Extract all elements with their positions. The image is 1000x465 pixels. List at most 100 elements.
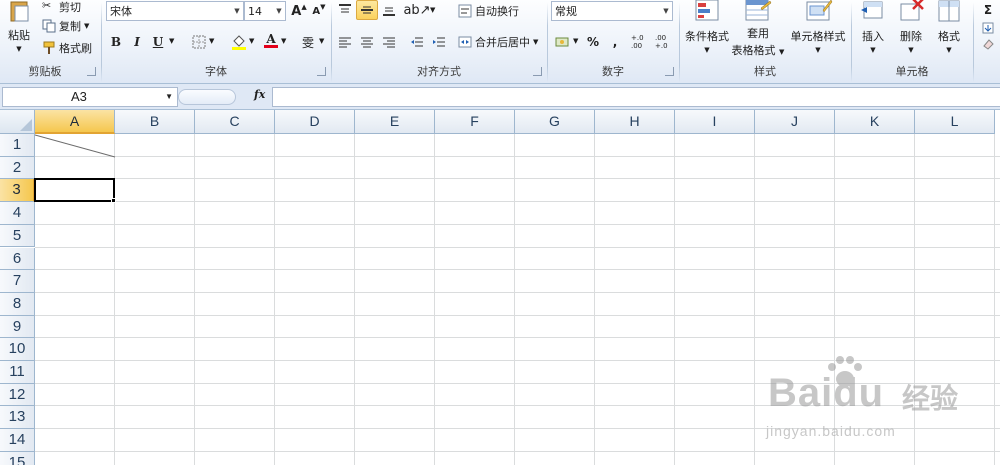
- dialog-launcher-icon[interactable]: [533, 67, 542, 76]
- column-header-k[interactable]: K: [835, 110, 915, 134]
- decrease-indent-button[interactable]: [406, 32, 428, 52]
- cut-button[interactable]: ✂ 剪切: [42, 0, 81, 14]
- row-header-4[interactable]: 4: [0, 202, 35, 225]
- increase-decimal-button[interactable]: +.0 .00: [630, 32, 654, 52]
- insert-button[interactable]: 插入 ▼: [854, 0, 892, 54]
- group-separator: [973, 2, 974, 82]
- column-header-e[interactable]: E: [355, 110, 435, 134]
- align-left-button[interactable]: [334, 32, 356, 52]
- row-header-13[interactable]: 13: [0, 406, 35, 430]
- formula-input[interactable]: [272, 87, 1000, 107]
- chevron-down-icon[interactable]: ▼: [231, 2, 243, 20]
- copy-button[interactable]: 复制 ▼: [42, 18, 89, 34]
- autosum-button[interactable]: Σ: [977, 0, 999, 20]
- row-header-9[interactable]: 9: [0, 315, 35, 339]
- column-gridline: [594, 134, 595, 465]
- chevron-down-icon[interactable]: ▼: [249, 37, 254, 45]
- align-center-button[interactable]: [356, 32, 378, 52]
- column-header-l[interactable]: L: [915, 110, 995, 134]
- chevron-down-icon: ▼: [84, 22, 90, 30]
- grow-font-button[interactable]: A ▲: [288, 1, 310, 21]
- select-all-button[interactable]: [0, 110, 35, 134]
- column-gridline: [514, 134, 515, 465]
- dialog-launcher-icon[interactable]: [665, 67, 674, 76]
- phonetic-button[interactable]: 雯: [297, 32, 319, 52]
- align-bottom-button[interactable]: [378, 0, 400, 20]
- dialog-launcher-icon[interactable]: [317, 67, 326, 76]
- increase-indent-icon: [433, 37, 445, 47]
- chevron-down-icon[interactable]: ▼: [273, 2, 285, 20]
- accounting-format-button[interactable]: [552, 32, 574, 52]
- column-header-d[interactable]: D: [275, 110, 355, 134]
- column-header-a[interactable]: A: [35, 110, 115, 134]
- chevron-down-icon[interactable]: ▼: [573, 37, 578, 45]
- delete-button[interactable]: 删除 ▼: [892, 0, 930, 54]
- percent-button[interactable]: %: [582, 32, 604, 52]
- chevron-down-icon[interactable]: ▼: [169, 37, 174, 45]
- shrink-font-button[interactable]: A ▼: [308, 1, 330, 21]
- clear-button[interactable]: [977, 34, 999, 54]
- active-cell[interactable]: [34, 178, 115, 203]
- font-size-combo[interactable]: 14 ▼: [244, 1, 286, 21]
- italic-button[interactable]: I: [126, 32, 148, 52]
- format-painter-button[interactable]: 格式刷: [42, 40, 92, 56]
- chevron-down-icon[interactable]: ▼: [430, 6, 435, 14]
- row-header-6[interactable]: 6: [0, 247, 35, 271]
- column-header-j[interactable]: J: [755, 110, 835, 134]
- merge-center-button[interactable]: 合并后居中 ▼: [458, 34, 538, 50]
- format-as-table-button[interactable]: 套用 表格格式 ▼: [730, 0, 786, 58]
- row-header-5[interactable]: 5: [0, 224, 35, 248]
- chevron-down-icon[interactable]: ▼: [209, 37, 214, 45]
- wrap-text-button[interactable]: 自动换行: [458, 3, 519, 19]
- row-header-8[interactable]: 8: [0, 292, 35, 316]
- comma-style-button[interactable]: ,: [604, 32, 626, 52]
- increase-indent-button[interactable]: [428, 32, 450, 52]
- number-format-combo[interactable]: 常规 ▼: [551, 1, 673, 21]
- fill-handle[interactable]: [111, 198, 116, 204]
- borders-button[interactable]: [188, 32, 210, 52]
- chevron-down-icon[interactable]: ▼: [660, 2, 672, 20]
- align-top-button[interactable]: [334, 0, 356, 20]
- row-header-1[interactable]: 1: [0, 134, 35, 157]
- row-header-12[interactable]: 12: [0, 383, 35, 407]
- formula-bar-splitter[interactable]: [178, 89, 236, 105]
- column-header-h[interactable]: H: [595, 110, 675, 134]
- chevron-down-icon[interactable]: ▼: [281, 37, 286, 45]
- row-header-7[interactable]: 7: [0, 270, 35, 293]
- font-color-button[interactable]: A: [260, 30, 282, 50]
- font-name-combo[interactable]: 宋体 ▼: [106, 1, 244, 21]
- name-box[interactable]: A3 ▼: [2, 87, 178, 107]
- insert-function-button[interactable]: fx: [254, 88, 265, 101]
- column-header-i[interactable]: I: [675, 110, 755, 134]
- row-header-11[interactable]: 11: [0, 361, 35, 384]
- column-header-f[interactable]: F: [435, 110, 515, 134]
- align-right-button[interactable]: [378, 32, 400, 52]
- row-header-2[interactable]: 2: [0, 156, 35, 180]
- name-box-value: A3: [71, 89, 87, 104]
- orientation-button[interactable]: ab↗: [403, 0, 430, 20]
- paste-button[interactable]: 粘贴 ▼: [4, 0, 34, 53]
- underline-button[interactable]: U: [147, 32, 169, 52]
- conditional-format-button[interactable]: 条件格式 ▼: [680, 0, 734, 54]
- percent-label: %: [586, 35, 600, 49]
- fill-color-button[interactable]: [228, 32, 250, 52]
- align-middle-button[interactable]: [356, 0, 378, 20]
- row-gridline: [35, 450, 1000, 452]
- bold-button[interactable]: B: [105, 32, 127, 52]
- worksheet-grid[interactable]: ABCDEFGHIJKL 1 2 3 4 5 6 7 8 9 10 11 12 13 14 15: [0, 110, 1000, 465]
- row-header-3[interactable]: 3: [0, 179, 35, 203]
- row-header-15[interactable]: 15: [0, 451, 35, 465]
- column-header-g[interactable]: G: [515, 110, 595, 134]
- chevron-down-icon[interactable]: ▼: [319, 37, 324, 45]
- row-header-14[interactable]: 14: [0, 429, 35, 452]
- conditional-format-icon: [692, 0, 722, 24]
- column-header-c[interactable]: C: [195, 110, 275, 134]
- chevron-down-icon[interactable]: ▼: [165, 88, 173, 106]
- row-header-10[interactable]: 10: [0, 338, 35, 361]
- column-header-b[interactable]: B: [115, 110, 195, 134]
- cell-styles-button[interactable]: 单元格样式 ▼: [786, 0, 850, 54]
- dialog-launcher-icon[interactable]: [87, 67, 96, 76]
- chevron-down-icon: ▼: [946, 46, 952, 54]
- format-cells-button[interactable]: 格式 ▼: [930, 0, 968, 54]
- decrease-decimal-button[interactable]: .00 +.0: [654, 32, 678, 52]
